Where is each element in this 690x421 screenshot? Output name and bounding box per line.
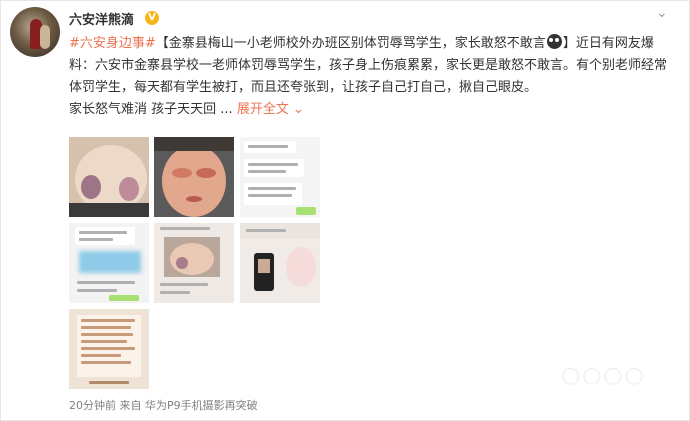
post-footer: 20分钟前 来自 华为P9手机摄影再突破 bbox=[69, 397, 258, 413]
post-body-2: 家长怒气难消 孩子天天回 ... bbox=[69, 102, 233, 117]
avatar[interactable] bbox=[10, 7, 60, 57]
post-title-end: 】 bbox=[562, 36, 576, 51]
image-thumb[interactable] bbox=[154, 137, 234, 217]
post-text: #六安身边事#【金寨县梅山一小老师校外办班区别体罚辱骂学生，家长敢怒不敢言 】近日… bbox=[69, 33, 679, 121]
expand-label: 展开全文 bbox=[236, 102, 289, 117]
image-thumb[interactable] bbox=[69, 137, 149, 217]
weibo-post-card: 六安洋熊滴 V ⌄ #六安身边事#【金寨县梅山一小老师校外办班区别体罚辱骂学生，… bbox=[0, 0, 690, 421]
chat-screenshot-thumb[interactable] bbox=[69, 223, 149, 303]
chevron-down-icon: ⌄ bbox=[292, 102, 304, 117]
eyes-emoji-icon bbox=[546, 34, 562, 49]
post-time[interactable]: 20分钟前 bbox=[69, 399, 116, 412]
source-prefix: 来自 bbox=[119, 399, 142, 412]
watermark-logo: ○○○○ bbox=[561, 363, 646, 388]
avatar-figure-secondary bbox=[40, 25, 50, 49]
image-thumb[interactable] bbox=[69, 309, 149, 389]
username[interactable]: 六安洋熊滴 bbox=[69, 9, 134, 28]
post-source[interactable]: 华为P9手机摄影再突破 bbox=[145, 399, 258, 412]
image-thumb[interactable] bbox=[240, 223, 320, 303]
image-thumb[interactable] bbox=[154, 223, 234, 303]
verified-badge-icon: V bbox=[145, 11, 159, 25]
post-title: 【金寨县梅山一小老师校外办班区别体罚辱骂学生，家长敢怒不敢言 bbox=[155, 36, 546, 51]
hashtag-link[interactable]: #六安身边事# bbox=[69, 36, 156, 51]
chevron-down-icon[interactable]: ⌄ bbox=[656, 5, 668, 21]
expand-full-text-link[interactable]: 展开全文 ⌄ bbox=[237, 102, 304, 117]
chat-screenshot-thumb[interactable] bbox=[240, 137, 320, 217]
